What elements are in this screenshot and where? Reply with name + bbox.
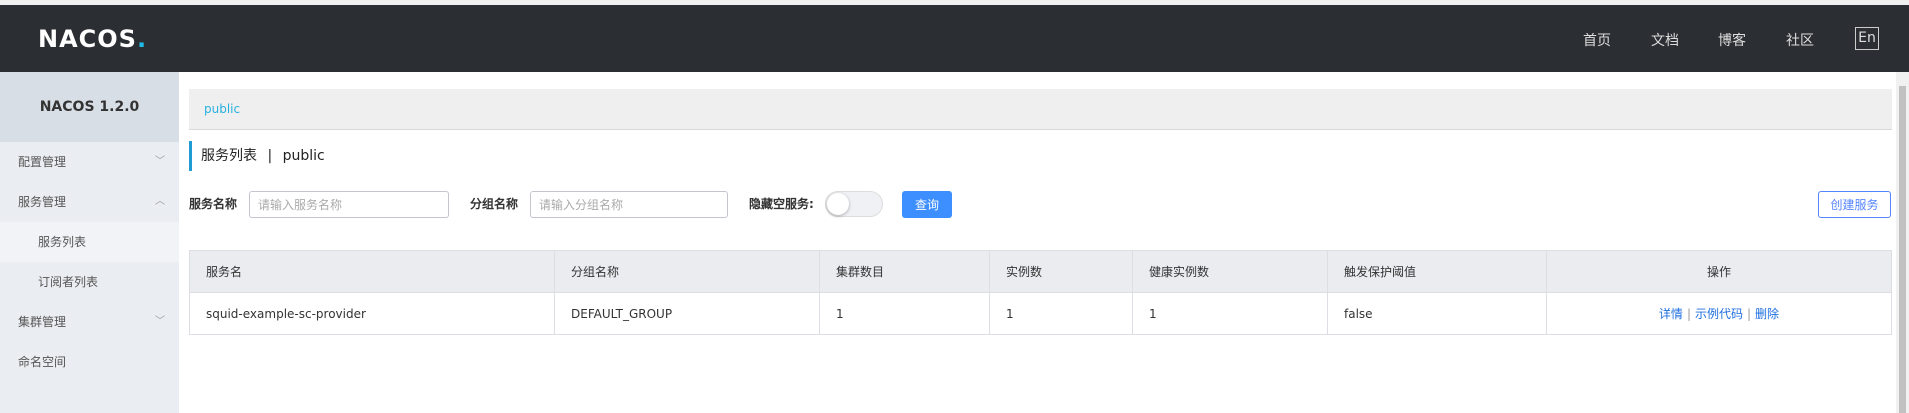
col-healthy-count: 健康实例数 [1132, 250, 1328, 293]
nacos-logo[interactable]: NACOS. [38, 25, 147, 53]
sidebar-item-label: 服务管理 [18, 195, 67, 209]
language-toggle-button[interactable]: En [1855, 27, 1879, 50]
create-service-button[interactable]: 创建服务 [1818, 191, 1891, 218]
detail-link[interactable]: 详情 [1659, 307, 1683, 321]
sidebar-item-cluster[interactable]: 集群管理 ﹀ [0, 302, 179, 342]
cell-clusters: 1 [819, 292, 990, 335]
hide-empty-label: 隐藏空服务: [749, 197, 814, 211]
group-name-label: 分组名称 [470, 197, 519, 211]
service-name-label: 服务名称 [189, 197, 238, 211]
cell-group: DEFAULT_GROUP [554, 292, 820, 335]
col-service-name: 服务名 [189, 250, 555, 293]
scrollbar-thumb[interactable] [1899, 86, 1906, 413]
nav-home[interactable]: 首页 [1583, 30, 1611, 50]
top-header: NACOS. 首页 文档 博客 社区 En [0, 5, 1909, 72]
page-title-namespace: public [282, 148, 325, 164]
sidebar-item-config[interactable]: 配置管理 ﹀ [0, 142, 179, 182]
page-title-text: 服务列表 [201, 148, 257, 164]
col-instance-count: 实例数 [989, 250, 1133, 293]
chevron-up-icon: ︿ [155, 196, 165, 207]
service-name-input[interactable] [249, 191, 449, 218]
sidebar-title: NACOS 1.2.0 [0, 72, 179, 142]
group-name-input[interactable] [530, 191, 728, 218]
service-table: 服务名 分组名称 集群数目 实例数 健康实例数 触发保护阈值 操作 squid-… [189, 250, 1892, 335]
col-actions: 操作 [1546, 250, 1892, 293]
divider: | [1686, 307, 1691, 321]
chevron-down-icon: ﹀ [155, 316, 165, 327]
table-row: squid-example-sc-provider DEFAULT_GROUP … [189, 292, 1892, 335]
col-threshold: 触发保护阈值 [1327, 250, 1547, 293]
col-cluster-count: 集群数目 [819, 250, 990, 293]
delete-link[interactable]: 删除 [1755, 307, 1779, 321]
cell-service-name: squid-example-sc-provider [189, 292, 555, 335]
sidebar-item-subscribers[interactable]: 订阅者列表 [0, 262, 179, 302]
sidebar-item-service-list[interactable]: 服务列表 [0, 222, 179, 262]
sidebar-item-label: 配置管理 [18, 155, 67, 169]
sidebar-item-service[interactable]: 服务管理 ︿ [0, 182, 179, 222]
title-separator: | [267, 148, 273, 164]
namespace-link-public[interactable]: public [204, 102, 240, 116]
cell-healthy: 1 [1132, 292, 1328, 335]
cell-actions: 详情 | 示例代码 | 删除 [1546, 292, 1892, 335]
col-group-name: 分组名称 [554, 250, 820, 293]
namespace-bar: public [189, 89, 1892, 130]
nav-docs[interactable]: 文档 [1651, 30, 1679, 50]
cell-threshold: false [1327, 292, 1547, 335]
sidebar: NACOS 1.2.0 配置管理 ﹀ 服务管理 ︿ 服务列表 订阅者列表 集群管理 ﹀… [0, 72, 179, 413]
nav-community[interactable]: 社区 [1786, 30, 1814, 50]
sidebar-item-namespace[interactable]: 命名空间 [0, 342, 179, 382]
toggle-knob [827, 193, 849, 215]
nav-blog[interactable]: 博客 [1718, 30, 1746, 50]
table-header-row: 服务名 分组名称 集群数目 实例数 健康实例数 触发保护阈值 操作 [189, 250, 1892, 293]
sidebar-item-label: 集群管理 [18, 315, 67, 329]
hide-empty-toggle[interactable] [825, 191, 883, 217]
query-button[interactable]: 查询 [902, 191, 952, 218]
chevron-down-icon: ﹀ [155, 156, 165, 167]
page-title: 服务列表 | public [189, 141, 325, 171]
sample-code-link[interactable]: 示例代码 [1695, 307, 1743, 321]
cell-instances: 1 [989, 292, 1133, 335]
vertical-scrollbar[interactable] [1896, 72, 1909, 413]
divider: | [1747, 307, 1752, 321]
